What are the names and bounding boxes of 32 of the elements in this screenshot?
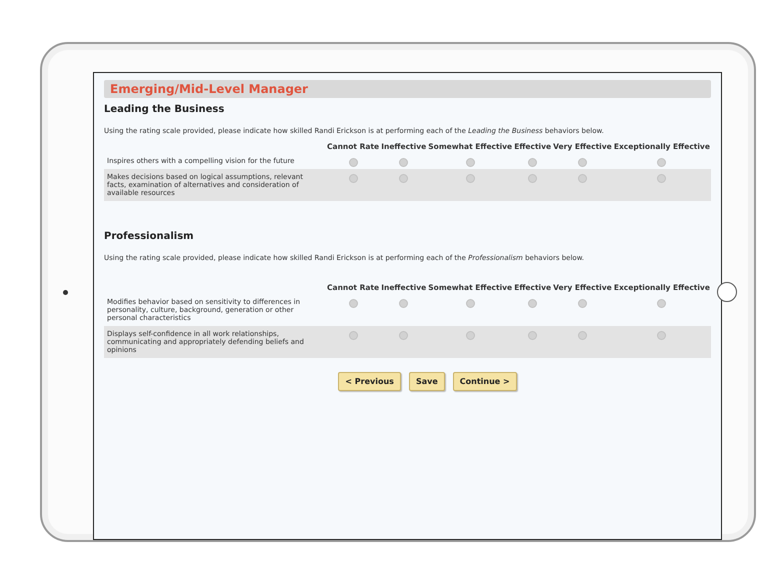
radio-button[interactable]	[528, 299, 538, 308]
radio-button[interactable]	[348, 299, 358, 308]
radio-button[interactable]	[657, 174, 666, 183]
radio-button[interactable]	[399, 331, 408, 340]
radio-button[interactable]	[657, 299, 666, 308]
radio-button[interactable]	[578, 158, 587, 167]
radio-button[interactable]	[657, 158, 666, 167]
continue-button[interactable]: Continue >	[452, 372, 517, 391]
section-heading: Leading the Business	[104, 104, 226, 115]
radio-button[interactable]	[348, 174, 358, 183]
camera-icon	[63, 290, 68, 294]
save-button[interactable]: Save	[408, 372, 445, 391]
radio-button[interactable]	[578, 331, 587, 340]
home-button[interactable]	[717, 282, 737, 302]
radio-button[interactable]	[399, 174, 408, 183]
radio-button[interactable]	[528, 174, 538, 183]
radio-button[interactable]	[578, 174, 587, 183]
section-heading: Professionalism	[104, 231, 195, 242]
radio-button[interactable]	[528, 158, 538, 167]
radio-button[interactable]	[466, 299, 475, 308]
radio-button[interactable]	[399, 158, 408, 167]
radio-button[interactable]	[466, 174, 475, 183]
radio-button[interactable]	[528, 331, 538, 340]
radio-button[interactable]	[466, 158, 475, 167]
radio-button[interactable]	[578, 299, 587, 308]
previous-button[interactable]: < Previous	[338, 372, 401, 391]
radio-button[interactable]	[348, 331, 358, 340]
page-title: Emerging/Mid-Level Manager	[104, 80, 711, 98]
radio-button[interactable]	[466, 331, 475, 340]
radio-button[interactable]	[348, 158, 358, 167]
radio-button[interactable]	[657, 331, 666, 340]
radio-button[interactable]	[399, 299, 408, 308]
